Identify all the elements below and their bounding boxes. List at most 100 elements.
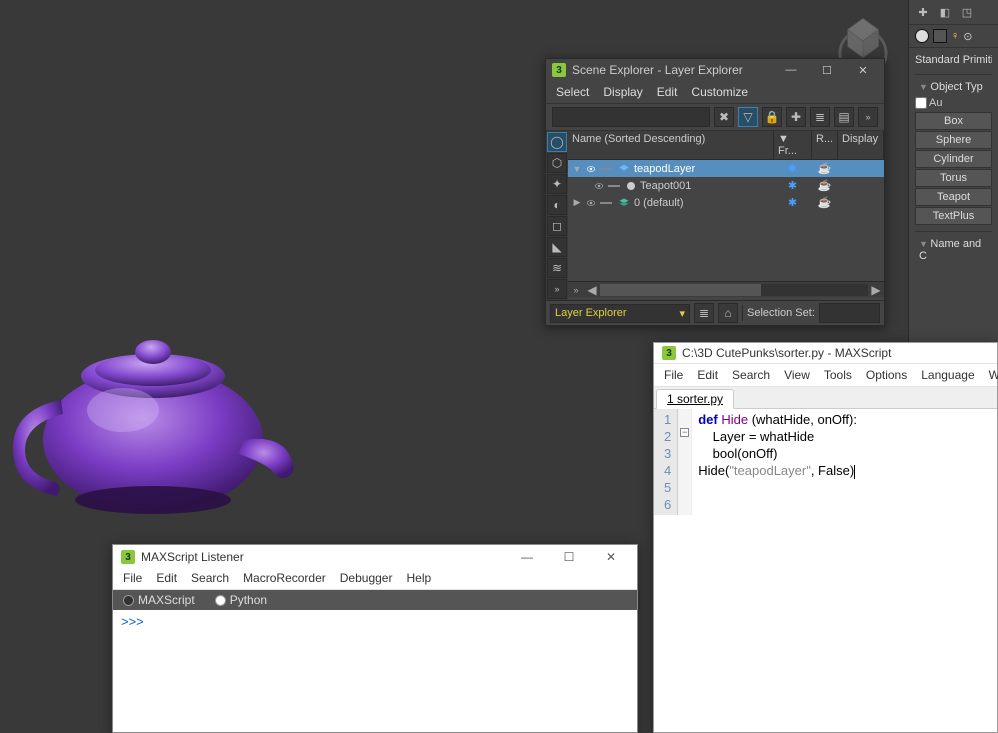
maximize-button[interactable]: ☐ [812, 62, 842, 78]
close-button[interactable]: ✕ [848, 62, 878, 78]
selection-set-dropdown[interactable] [819, 303, 880, 323]
listener-titlebar[interactable]: MAXScript Listener — ☐ ✕ [113, 545, 637, 569]
menu-display[interactable]: Display [603, 85, 642, 99]
geometry-icon[interactable] [915, 29, 929, 43]
editor-code-area[interactable]: 1 2 3 4 5 6 − def Hide (whatHide, onOff)… [654, 409, 997, 515]
fold-gutter[interactable]: − [678, 409, 692, 515]
menu-file[interactable]: File [123, 571, 142, 585]
primitive-button-teapot[interactable]: Teapot [915, 188, 992, 206]
freeze-icon[interactable] [608, 185, 620, 187]
col-render[interactable]: R... [812, 131, 838, 159]
visibility-icon[interactable] [594, 181, 604, 191]
visibility-icon[interactable] [586, 164, 596, 174]
expand-caret-icon[interactable]: ▶ [572, 197, 582, 208]
maximize-button[interactable]: ☐ [551, 548, 587, 566]
cameras-icon[interactable]: ⊙ [963, 30, 972, 43]
side-helpers-icon[interactable]: ◣ [547, 237, 567, 257]
close-button[interactable]: ✕ [593, 548, 629, 566]
search-input[interactable] [552, 107, 710, 127]
col-display[interactable]: Display [838, 131, 884, 159]
autogrid-checkbox[interactable] [915, 97, 927, 109]
scroll-right-icon[interactable]: ▶ [868, 283, 884, 297]
freeze-icon[interactable] [600, 202, 612, 204]
menu-help[interactable]: Help [406, 571, 431, 585]
mode-python-radio[interactable]: Python [215, 593, 267, 607]
row-frozen[interactable]: ✱ [774, 196, 812, 209]
editor-tab[interactable]: 1 sorter.py [656, 389, 734, 409]
row-render[interactable]: ☕ [812, 196, 838, 209]
side-more-icon[interactable]: » [547, 279, 567, 299]
footer-hierarchy-icon[interactable]: ⌂ [718, 303, 738, 323]
side-cameras-icon[interactable]: ◻ [547, 216, 567, 236]
scroll-more-icon[interactable]: » [568, 285, 584, 295]
explorer-mode-dropdown[interactable]: Layer Explorer▾ [550, 304, 690, 323]
menu-search[interactable]: Search [191, 571, 229, 585]
side-all-icon[interactable]: ◯ [547, 132, 567, 152]
clear-search-icon[interactable]: ✖ [714, 107, 734, 127]
horizontal-scrollbar[interactable]: » ◀ ▶ [568, 281, 884, 297]
tree-row-teapodlayer[interactable]: ▼ teapodLayer ✱ ☕ [568, 160, 884, 177]
scroll-left-icon[interactable]: ◀ [584, 283, 600, 297]
tree-row-teapot001[interactable]: Teapot001 ✱ ☕ [568, 177, 884, 194]
row-frozen[interactable]: ✱ [774, 179, 812, 192]
create-tab-icon[interactable]: ✚ [915, 4, 931, 20]
chevron-icon[interactable]: » [858, 107, 878, 127]
listener-output[interactable]: >>> [113, 610, 637, 634]
row-render[interactable]: ☕ [812, 179, 838, 192]
menu-file[interactable]: File [664, 368, 683, 382]
menu-tools[interactable]: Tools [824, 368, 852, 382]
side-shapes-icon[interactable]: ✦ [547, 174, 567, 194]
minimize-button[interactable]: — [509, 548, 545, 566]
side-lights-icon[interactable]: ◐ [547, 195, 567, 215]
side-spacewarps-icon[interactable]: ≋ [547, 258, 567, 278]
tree-row-default[interactable]: ▶ 0 (default) ✱ ☕ [568, 194, 884, 211]
visibility-icon[interactable] [586, 198, 596, 208]
minimize-button[interactable]: — [776, 62, 806, 78]
object-type-header[interactable]: Object Typ [915, 79, 992, 95]
scene-explorer-titlebar[interactable]: Scene Explorer - Layer Explorer — ☐ ✕ [546, 59, 884, 81]
primitive-button-cylinder[interactable]: Cylinder [915, 150, 992, 168]
add-layer-icon[interactable]: ✚ [786, 107, 806, 127]
row-frozen[interactable]: ✱ [774, 162, 812, 175]
expand-caret-icon[interactable]: ▼ [572, 164, 582, 174]
mode-maxscript-radio[interactable]: MAXScript [123, 593, 195, 607]
side-geometry-icon[interactable]: ⬡ [547, 153, 567, 173]
menu-edit[interactable]: Edit [657, 85, 678, 99]
col-frozen[interactable]: ▼ Fr... [774, 131, 812, 159]
col-name[interactable]: Name (Sorted Descending) [568, 131, 774, 159]
row-render[interactable]: ☕ [812, 162, 838, 175]
scroll-track[interactable] [600, 284, 868, 296]
menu-search[interactable]: Search [732, 368, 770, 382]
shapes-icon[interactable] [933, 29, 947, 43]
name-color-header[interactable]: Name and C [915, 236, 992, 264]
fold-box-icon[interactable]: − [680, 428, 689, 437]
catalog-dropdown[interactable]: Standard Primiti [915, 52, 992, 68]
menu-language[interactable]: Language [921, 368, 974, 382]
primitive-button-textplus[interactable]: TextPlus [915, 207, 992, 225]
editor-titlebar[interactable]: C:\3D CutePunks\sorter.py - MAXScript [654, 343, 997, 364]
menu-edit[interactable]: Edit [156, 571, 177, 585]
menu-customize[interactable]: Customize [691, 85, 748, 99]
modify-tab-icon[interactable]: ◧ [937, 4, 953, 20]
freeze-icon[interactable] [600, 168, 612, 170]
layers-icon[interactable]: ≣ [810, 107, 830, 127]
menu-debugger[interactable]: Debugger [340, 571, 393, 585]
primitive-button-box[interactable]: Box [915, 112, 992, 130]
footer-layers-icon[interactable]: ≣ [694, 303, 714, 323]
code-text[interactable]: def Hide (whatHide, onOff): Layer = what… [692, 409, 863, 515]
filter-icon[interactable]: ▽ [738, 107, 758, 127]
menu-view[interactable]: View [784, 368, 810, 382]
primitive-button-sphere[interactable]: Sphere [915, 131, 992, 149]
menu-select[interactable]: Select [556, 85, 589, 99]
lock-icon[interactable]: 🔒 [762, 107, 782, 127]
hierarchy-tab-icon[interactable]: ◳ [959, 4, 975, 20]
menu-options[interactable]: Options [866, 368, 907, 382]
column-headers[interactable]: Name (Sorted Descending) ▼ Fr... R... Di… [568, 131, 884, 160]
scroll-thumb[interactable] [600, 284, 761, 296]
menu-edit[interactable]: Edit [697, 368, 718, 382]
lights-icon[interactable]: ♀ [951, 30, 959, 42]
primitive-button-torus[interactable]: Torus [915, 169, 992, 187]
layer-tool-icon[interactable]: ▤ [834, 107, 854, 127]
menu-macrorecorder[interactable]: MacroRecorder [243, 571, 326, 585]
menu-window[interactable]: Wind [989, 368, 998, 382]
